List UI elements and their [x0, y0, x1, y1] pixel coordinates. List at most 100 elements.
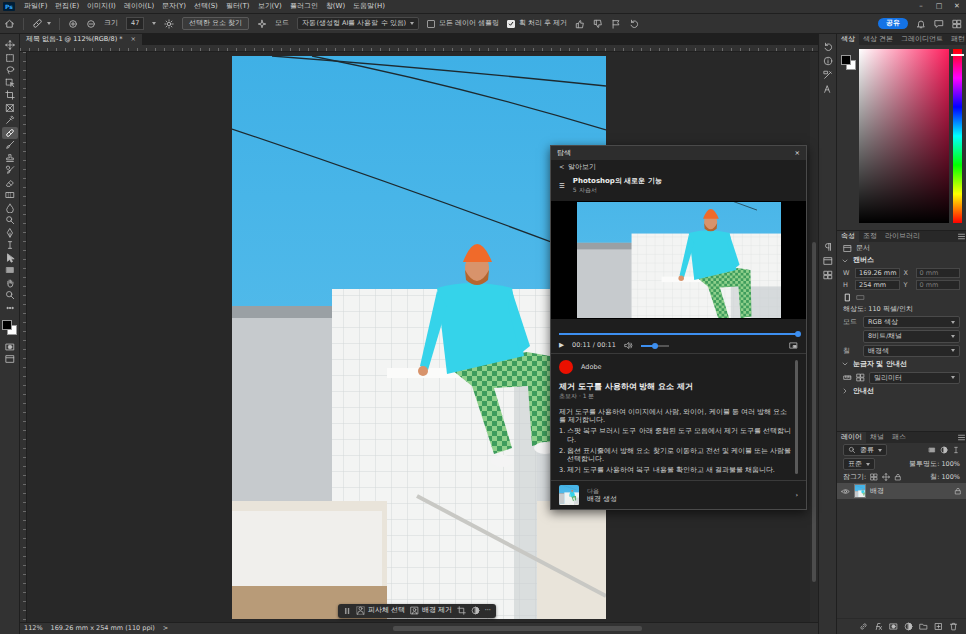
filter-type-icon[interactable]	[952, 446, 960, 454]
menu-item[interactable]: 보기(V)	[254, 2, 286, 11]
color-panel-tab[interactable]: 색상 견본	[859, 34, 897, 45]
more-tools-icon[interactable]	[2, 302, 18, 314]
field-value[interactable]: 0 mm	[920, 269, 939, 277]
dropdown-arrow-icon[interactable]	[410, 22, 414, 25]
grip-icon[interactable]	[343, 606, 351, 616]
tab-label[interactable]: 레이어	[841, 433, 862, 441]
dropdown-arrow-icon[interactable]	[951, 349, 955, 352]
add-mode-icon[interactable]	[68, 19, 78, 29]
mode-value[interactable]: RGB 색상	[868, 318, 898, 326]
document-title[interactable]: 제목 없음-1 @ 112%(RGB/8) *	[26, 35, 123, 43]
dropdown-arrow-icon[interactable]	[951, 321, 955, 324]
color-panel-tab[interactable]: 패턴	[947, 34, 966, 45]
subtract-mode-icon[interactable]	[86, 19, 96, 29]
new-layer-icon[interactable]	[934, 622, 943, 631]
eraser-icon[interactable]	[2, 177, 18, 189]
tab-label[interactable]: 조정	[863, 232, 877, 240]
tab-label[interactable]: 속성	[841, 232, 855, 240]
share-label[interactable]: 공유	[886, 19, 900, 27]
character-icon[interactable]	[823, 84, 833, 94]
field-value[interactable]: 254 mm	[859, 281, 886, 289]
dodge-icon[interactable]	[2, 214, 18, 226]
next-title[interactable]: 배경 생성	[587, 495, 617, 503]
move-icon[interactable]	[2, 39, 18, 51]
mode-dropdown[interactable]: RGB 색상	[863, 316, 960, 328]
dropdown-arrow-icon[interactable]	[878, 449, 882, 452]
volume-knob[interactable]	[652, 343, 658, 349]
checkbox-label[interactable]: 획 처리 후 제거	[519, 19, 567, 27]
filter-dropdown[interactable]: 종류	[843, 444, 887, 456]
dropdown-arrow-icon[interactable]	[47, 22, 51, 25]
size-value[interactable]: 47	[131, 19, 139, 27]
checkbox[interactable]	[507, 20, 515, 28]
close-button[interactable]: ×	[795, 149, 800, 157]
mode-dropdown[interactable]: 자동(생성형 AI를 사용할 수 있음)	[297, 17, 419, 29]
checkbox[interactable]	[427, 20, 435, 28]
video-progress[interactable]	[559, 333, 798, 335]
gradient-icon[interactable]	[2, 189, 18, 201]
glyphs-icon[interactable]	[823, 270, 833, 280]
color-panel-tab[interactable]: 색상	[837, 34, 859, 45]
depth-value[interactable]: 8비트/채널	[868, 332, 902, 340]
tab-label[interactable]: 패턴	[951, 35, 965, 43]
hue-marker[interactable]	[951, 54, 964, 56]
dimension-field[interactable]: 169.26 mm	[855, 268, 900, 278]
horizontal-scrollbar[interactable]	[176, 626, 814, 631]
vertical-scrollbar[interactable]	[810, 52, 818, 622]
generative-ai-icon[interactable]	[257, 19, 267, 29]
quick-mask-icon[interactable]	[2, 341, 18, 353]
type-cursor-icon[interactable]	[2, 239, 18, 251]
link-layers-icon[interactable]	[859, 622, 868, 631]
layer-style-icon[interactable]	[874, 622, 883, 631]
menu-item[interactable]: 창(W)	[322, 2, 349, 11]
transform-icon[interactable]	[457, 606, 466, 615]
lasso-icon[interactable]	[2, 64, 18, 76]
tab-label[interactable]: 채널	[870, 433, 884, 441]
brush-settings-icon[interactable]	[164, 19, 174, 29]
info-icon[interactable]	[823, 56, 833, 66]
units-dropdown[interactable]: 밀리미터	[869, 372, 960, 384]
remove-background-button[interactable]: 배경 제거	[410, 606, 452, 615]
volume-icon[interactable]	[624, 341, 633, 350]
properties-panel-tab[interactable]: 조정	[859, 231, 881, 242]
layer-row[interactable]: 배경	[837, 483, 966, 499]
tab-label[interactable]: 패스	[892, 433, 906, 441]
ruler-icon[interactable]	[843, 373, 852, 382]
fill-dropdown[interactable]: 배경색	[863, 345, 960, 357]
layers-panel-tab[interactable]: 레이어	[837, 432, 866, 443]
tab-label[interactable]: 라이브러리	[885, 232, 920, 240]
filter-pixel-icon[interactable]	[928, 446, 936, 454]
history-icon[interactable]	[823, 42, 833, 52]
progress-knob[interactable]	[795, 331, 801, 337]
remove-tool-icon[interactable]	[2, 127, 18, 139]
position-field[interactable]: 0 mm	[916, 280, 961, 290]
menu-item[interactable]: 도움말(H)	[349, 2, 389, 11]
menu-item[interactable]: 선택(S)	[190, 2, 222, 11]
path-selection-icon[interactable]	[2, 252, 18, 264]
home-icon[interactable]	[4, 18, 15, 29]
find-distractions-label[interactable]: 선택한 요소 찾기	[189, 19, 242, 27]
flag-icon[interactable]	[611, 19, 621, 29]
series-menu[interactable]: ☰	[559, 182, 565, 190]
layer-mask-icon[interactable]	[889, 622, 898, 631]
zoom-level[interactable]: 112%	[24, 624, 43, 632]
color-swatches[interactable]	[841, 55, 857, 71]
dropdown-arrow-icon[interactable]	[951, 335, 955, 338]
brush-icon[interactable]	[2, 139, 18, 151]
filter-value[interactable]: 종류	[860, 446, 874, 454]
comments-icon[interactable]	[934, 19, 944, 29]
color-panel-tab[interactable]: 그레이디언트	[897, 34, 947, 45]
close-button[interactable]: ✕	[948, 2, 966, 11]
workspace-icon[interactable]	[952, 19, 962, 29]
play-button[interactable]: ▶	[559, 341, 564, 349]
zoom-icon[interactable]	[2, 289, 18, 301]
group-icon[interactable]	[919, 622, 928, 631]
guides-section-header[interactable]: 안내선	[837, 385, 966, 398]
tool-preset-picker[interactable]	[32, 18, 51, 29]
minimize-button[interactable]: –	[912, 2, 930, 11]
crop-icon[interactable]	[2, 89, 18, 101]
portrait-icon[interactable]	[843, 293, 852, 302]
canvas-section-header[interactable]: 캔버스	[837, 254, 966, 267]
menu-item[interactable]: 파일(F)	[20, 2, 52, 11]
blur-icon[interactable]	[2, 202, 18, 214]
